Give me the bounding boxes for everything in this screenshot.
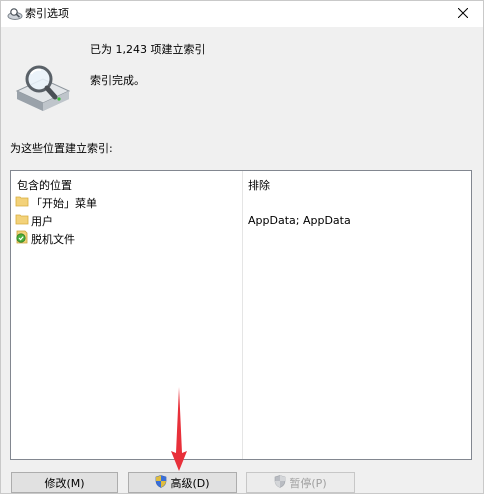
annotation-arrow [169, 387, 189, 471]
close-icon [457, 7, 469, 21]
location-row-start-menu[interactable]: 「开始」菜单 [11, 193, 471, 211]
modify-button-label: 修改(M) [44, 476, 85, 490]
indexed-locations-list[interactable]: 包含的位置 排除 「开始」菜单 用户 AppData; AppData 脱机文件 [10, 170, 472, 460]
window-title: 索引选项 [25, 7, 69, 20]
folder-icon [15, 212, 31, 229]
index-state-text: 索引完成。 [90, 74, 145, 87]
close-button[interactable] [443, 1, 483, 27]
location-name: 「开始」菜单 [31, 196, 97, 210]
offline-files-icon [15, 230, 31, 247]
location-name: 脱机文件 [31, 232, 75, 246]
advanced-button[interactable]: 高级(D) [128, 472, 237, 493]
disk-magnifier-icon [15, 61, 71, 113]
uac-shield-icon [274, 474, 289, 491]
index-status: 已为 1,243 项建立索引 索引完成。 [1, 27, 483, 131]
pause-button[interactable]: 暂停(P) [246, 472, 355, 493]
column-header-included[interactable]: 包含的位置 [17, 177, 72, 193]
folder-icon [15, 194, 31, 211]
index-count-text: 已为 1,243 项建立索引 [90, 43, 206, 56]
advanced-button-label: 高级(D) [170, 476, 210, 490]
uac-shield-icon [155, 474, 170, 491]
indexing-options-window: 索引选项 已为 1,243 项建立索引 索引完成。 为这些位置建立索引: 包含的… [0, 0, 484, 494]
location-row-offline-files[interactable]: 脱机文件 [11, 229, 471, 247]
indexing-options-icon [7, 6, 23, 22]
location-excluded: AppData; AppData [248, 214, 351, 227]
location-name: 用户 [31, 214, 53, 228]
locations-label: 为这些位置建立索引: [10, 142, 113, 155]
location-row-users[interactable]: 用户 AppData; AppData [11, 211, 471, 229]
title-bar: 索引选项 [1, 1, 483, 27]
pause-button-label: 暂停(P) [289, 476, 327, 490]
column-header-excluded[interactable]: 排除 [248, 177, 270, 193]
modify-button[interactable]: 修改(M) [11, 472, 118, 493]
